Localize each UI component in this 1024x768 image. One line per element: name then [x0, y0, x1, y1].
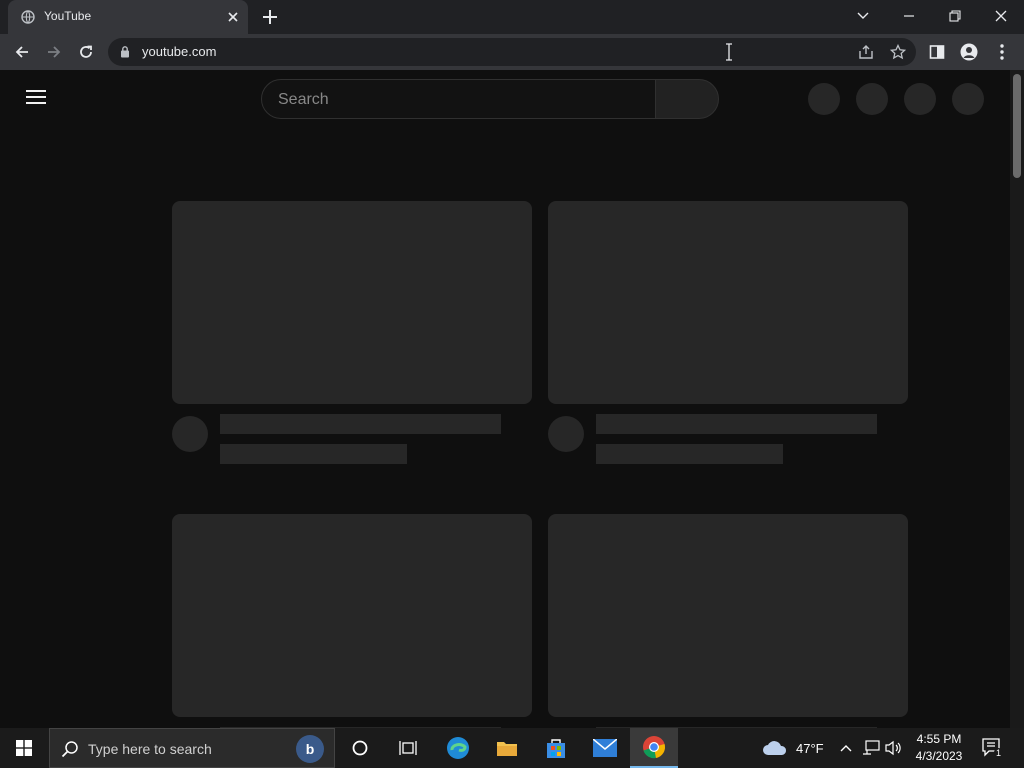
back-button[interactable] — [10, 40, 34, 64]
bing-icon[interactable]: b — [296, 735, 324, 763]
clock-time: 4:55 PM — [916, 732, 962, 746]
restore-icon — [949, 10, 961, 22]
system-clock[interactable]: 4:55 PM 4/3/2023 — [908, 731, 970, 765]
profile-button[interactable] — [959, 42, 979, 62]
profile-icon — [960, 43, 978, 61]
channel-avatar-skeleton — [548, 416, 584, 452]
speaker-icon — [885, 740, 901, 756]
close-tab-icon[interactable] — [224, 8, 242, 26]
task-view-icon — [399, 741, 417, 755]
video-thumbnail-skeleton — [172, 201, 532, 404]
address-bar[interactable]: youtube.com — [108, 38, 916, 66]
browser-tab-youtube[interactable]: YouTube — [8, 0, 248, 34]
folder-icon — [497, 742, 517, 756]
mail-icon — [593, 739, 617, 757]
globe-icon — [21, 10, 35, 24]
kebab-menu-icon — [1000, 44, 1004, 60]
browser-toolbar: youtube.com — [0, 34, 1024, 70]
new-tab-icon[interactable] — [260, 7, 280, 27]
meta-skeleton — [220, 444, 407, 464]
search-icon — [61, 741, 78, 758]
weather-widget[interactable]: 47°F — [762, 728, 824, 768]
share-icon[interactable] — [858, 44, 874, 60]
file-explorer-button[interactable] — [483, 728, 531, 768]
search-placeholder: Search — [278, 91, 329, 108]
notification-count-badge: 1 — [994, 748, 1004, 758]
network-button[interactable] — [862, 728, 880, 768]
url-text[interactable]: youtube.com — [142, 44, 216, 59]
notification-center-button[interactable]: 1 — [982, 728, 1004, 768]
store-icon — [547, 739, 565, 758]
forward-button[interactable] — [42, 40, 66, 64]
minimize-icon — [904, 15, 914, 17]
close-icon — [995, 10, 1007, 22]
edge-app-button[interactable] — [434, 728, 482, 768]
video-thumbnail-skeleton — [172, 514, 532, 717]
arrow-right-icon — [48, 46, 61, 58]
task-view-button[interactable] — [384, 728, 432, 768]
title-skeleton — [596, 414, 877, 434]
scrollbar-thumb[interactable] — [1013, 74, 1021, 178]
microsoft-store-button[interactable] — [532, 728, 580, 768]
restore-button[interactable] — [932, 0, 978, 32]
taskbar-search-placeholder: Type here to search — [88, 741, 212, 757]
reload-icon — [80, 45, 92, 58]
chevron-down-icon — [857, 12, 869, 19]
header-placeholder-circle — [808, 83, 840, 115]
channel-avatar-skeleton — [172, 416, 208, 452]
minimize-button[interactable] — [886, 0, 932, 32]
text-cursor-icon — [726, 43, 732, 61]
cortana-button[interactable] — [336, 728, 384, 768]
taskbar-search-box[interactable]: Type here to search b — [49, 728, 335, 768]
cortana-circle-icon — [352, 740, 368, 756]
arrow-left-icon — [15, 46, 28, 58]
tab-title: YouTube — [44, 9, 92, 23]
search-input[interactable]: Search — [261, 79, 656, 119]
close-window-button[interactable] — [978, 0, 1024, 32]
title-skeleton — [220, 414, 501, 434]
guide-menu-icon[interactable] — [26, 90, 46, 106]
video-thumbnail-skeleton — [548, 201, 908, 404]
cloud-icon — [763, 741, 787, 755]
menu-button[interactable] — [992, 42, 1012, 62]
header-placeholder-circle — [856, 83, 888, 115]
start-button[interactable] — [0, 728, 48, 768]
meta-skeleton — [596, 444, 783, 464]
weather-temperature: 47°F — [796, 740, 824, 756]
side-panel-button[interactable] — [927, 42, 947, 62]
browser-tab-strip: YouTube — [0, 0, 1024, 34]
header-placeholder-circle — [952, 83, 984, 115]
volume-button[interactable] — [885, 728, 903, 768]
header-placeholder-circle — [904, 83, 936, 115]
reload-button[interactable] — [74, 40, 98, 64]
video-thumbnail-skeleton — [548, 514, 908, 717]
edge-icon — [447, 737, 469, 759]
windows-taskbar: Type here to search b 47°F 4:55 PM 4/3/2… — [0, 728, 1024, 768]
network-icon — [863, 740, 880, 755]
tab-search-button[interactable] — [840, 0, 886, 32]
search-button[interactable] — [655, 79, 719, 119]
side-panel-icon — [929, 45, 945, 59]
chrome-icon — [643, 736, 665, 759]
show-hidden-icons-button[interactable] — [839, 728, 853, 768]
chevron-up-icon — [840, 745, 852, 752]
page-scrollbar[interactable] — [1010, 70, 1024, 728]
youtube-page: Search — [0, 70, 1010, 728]
bookmark-star-icon[interactable] — [890, 44, 906, 60]
chrome-app-button[interactable] — [630, 728, 678, 768]
windows-logo-icon — [16, 740, 32, 756]
mail-app-button[interactable] — [581, 728, 629, 768]
clock-date: 4/3/2023 — [915, 749, 963, 763]
lock-icon[interactable] — [120, 45, 130, 58]
